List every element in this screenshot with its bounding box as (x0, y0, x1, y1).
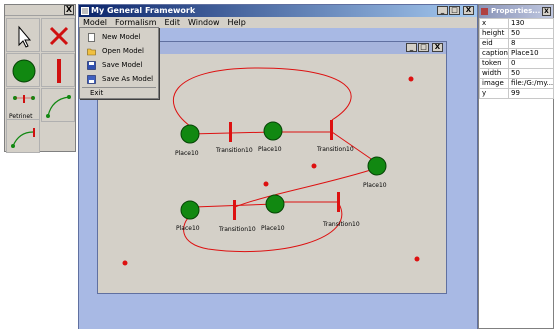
property-key: token (479, 58, 509, 69)
main-window-title: My General Framework (91, 6, 196, 15)
pointer-arrow-icon (18, 25, 32, 48)
properties-window: Properties... X x 130 height 50 eid 8 caption P… (478, 4, 554, 329)
child-minimize-button[interactable]: _ (406, 43, 417, 52)
transition-label: Transition10 (218, 226, 256, 233)
transition-node[interactable] (330, 120, 333, 140)
transition-node[interactable] (233, 200, 236, 220)
curved-arc-icon (46, 95, 71, 118)
place-node[interactable] (263, 121, 283, 141)
menu-open-model[interactable]: Open Model (82, 45, 156, 58)
menu-edit[interactable]: Edit (161, 17, 185, 28)
place-node[interactable] (367, 156, 387, 176)
arc[interactable] (172, 67, 352, 127)
property-value[interactable]: 50 (507, 28, 554, 39)
model-dropdown-menu: New Model Open Model Save Model Save As … (79, 27, 159, 99)
delete-tool-button[interactable] (41, 18, 75, 52)
save-as-icon (87, 75, 96, 84)
property-row[interactable]: width 50 (479, 68, 554, 79)
property-value[interactable]: file:/G:/my... (507, 78, 554, 89)
menu-window[interactable]: Window (184, 17, 224, 28)
transition-label: Transition10 (215, 147, 253, 154)
menu-help[interactable]: Help (224, 17, 250, 28)
select-tool-button[interactable] (6, 18, 40, 52)
token-dot[interactable] (263, 181, 269, 187)
token-dot[interactable] (311, 163, 317, 169)
place-node[interactable] (180, 124, 200, 144)
property-row[interactable]: x 130 (479, 18, 554, 29)
token-dot[interactable] (408, 76, 414, 82)
main-titlebar: My General Framework _ □ X (79, 5, 477, 17)
transition-node[interactable] (229, 122, 232, 142)
menu-exit[interactable]: Exit (82, 87, 156, 100)
property-key: width (479, 68, 509, 79)
property-row[interactable]: eid 8 (479, 38, 554, 49)
transition-bar-icon (57, 59, 61, 83)
menu-new-model-label: New Model (102, 33, 141, 41)
place-label: Place10 (175, 150, 199, 157)
properties-table: x 130 height 50 eid 8 caption Place10 token 0 widt… (479, 18, 554, 99)
property-key: height (479, 28, 509, 39)
petrinet-tool-button[interactable]: Petrinet (6, 88, 40, 122)
place-tool-button[interactable] (6, 53, 40, 87)
palette-close-button[interactable]: X (64, 5, 74, 15)
property-value[interactable]: 130 (507, 18, 554, 29)
property-row[interactable]: caption Place10 (479, 48, 554, 59)
child-maximize-button[interactable]: □ (418, 43, 429, 52)
main-minimize-button[interactable]: _ (437, 6, 448, 15)
new-model-icon (88, 33, 95, 42)
transition-label: Transition10 (322, 221, 360, 228)
arc[interactable] (234, 167, 378, 208)
property-row[interactable]: height 50 (479, 28, 554, 39)
place-node[interactable] (265, 194, 285, 214)
transition-tool-button[interactable] (41, 53, 75, 87)
property-value[interactable]: 8 (507, 38, 554, 49)
app-icon (81, 7, 89, 15)
save-disk-icon (87, 61, 96, 70)
inhibitor-arc-tool-button[interactable] (6, 119, 40, 153)
place-label: Place10 (261, 225, 285, 232)
property-key: y (479, 88, 509, 99)
transition-label: Transition10 (316, 146, 354, 153)
property-value[interactable]: 0 (507, 58, 554, 69)
property-key: caption (479, 48, 509, 59)
delete-x-icon (49, 26, 69, 46)
main-close-button[interactable]: X (463, 6, 474, 15)
property-key: image (479, 78, 509, 89)
property-row[interactable]: image file:/G:/my... (479, 78, 554, 89)
place-label: Place10 (176, 225, 200, 232)
properties-titlebar: Properties... X (479, 5, 553, 18)
token-dot[interactable] (414, 256, 420, 262)
inhibitor-arc-icon (11, 128, 35, 148)
arc-tool-button[interactable] (41, 88, 75, 122)
property-row[interactable]: token 0 (479, 58, 554, 69)
menu-save-model-label: Save Model (102, 61, 143, 69)
transition-node[interactable] (337, 192, 340, 212)
menu-exit-label: Exit (90, 89, 104, 97)
palette-titlebar: X (5, 5, 75, 16)
place-label: Place10 (363, 182, 387, 189)
menu-new-model[interactable]: New Model (82, 31, 156, 44)
token-dot[interactable] (122, 260, 128, 266)
property-value[interactable]: 50 (507, 68, 554, 79)
palette-window: X Petrinet (4, 4, 76, 153)
place-node[interactable] (180, 200, 200, 220)
menu-open-model-label: Open Model (102, 47, 144, 55)
property-value[interactable]: Place10 (507, 48, 554, 59)
property-value[interactable]: 99 (507, 88, 554, 99)
menu-save-as-model-label: Save As Model (102, 75, 154, 83)
properties-close-button[interactable]: X (542, 7, 551, 16)
property-row[interactable]: y 99 (479, 88, 554, 99)
menu-save-as-model[interactable]: Save As Model (82, 73, 156, 86)
place-circle-icon (12, 59, 36, 83)
open-folder-icon (87, 48, 96, 56)
child-close-button[interactable]: X (432, 43, 443, 52)
place-label: Place10 (258, 146, 282, 153)
main-maximize-button[interactable]: □ (449, 6, 460, 15)
property-key: x (479, 18, 509, 29)
menu-save-model[interactable]: Save Model (82, 59, 156, 72)
properties-icon (481, 8, 488, 15)
property-key: eid (479, 38, 509, 49)
properties-title: Properties... (491, 7, 541, 15)
